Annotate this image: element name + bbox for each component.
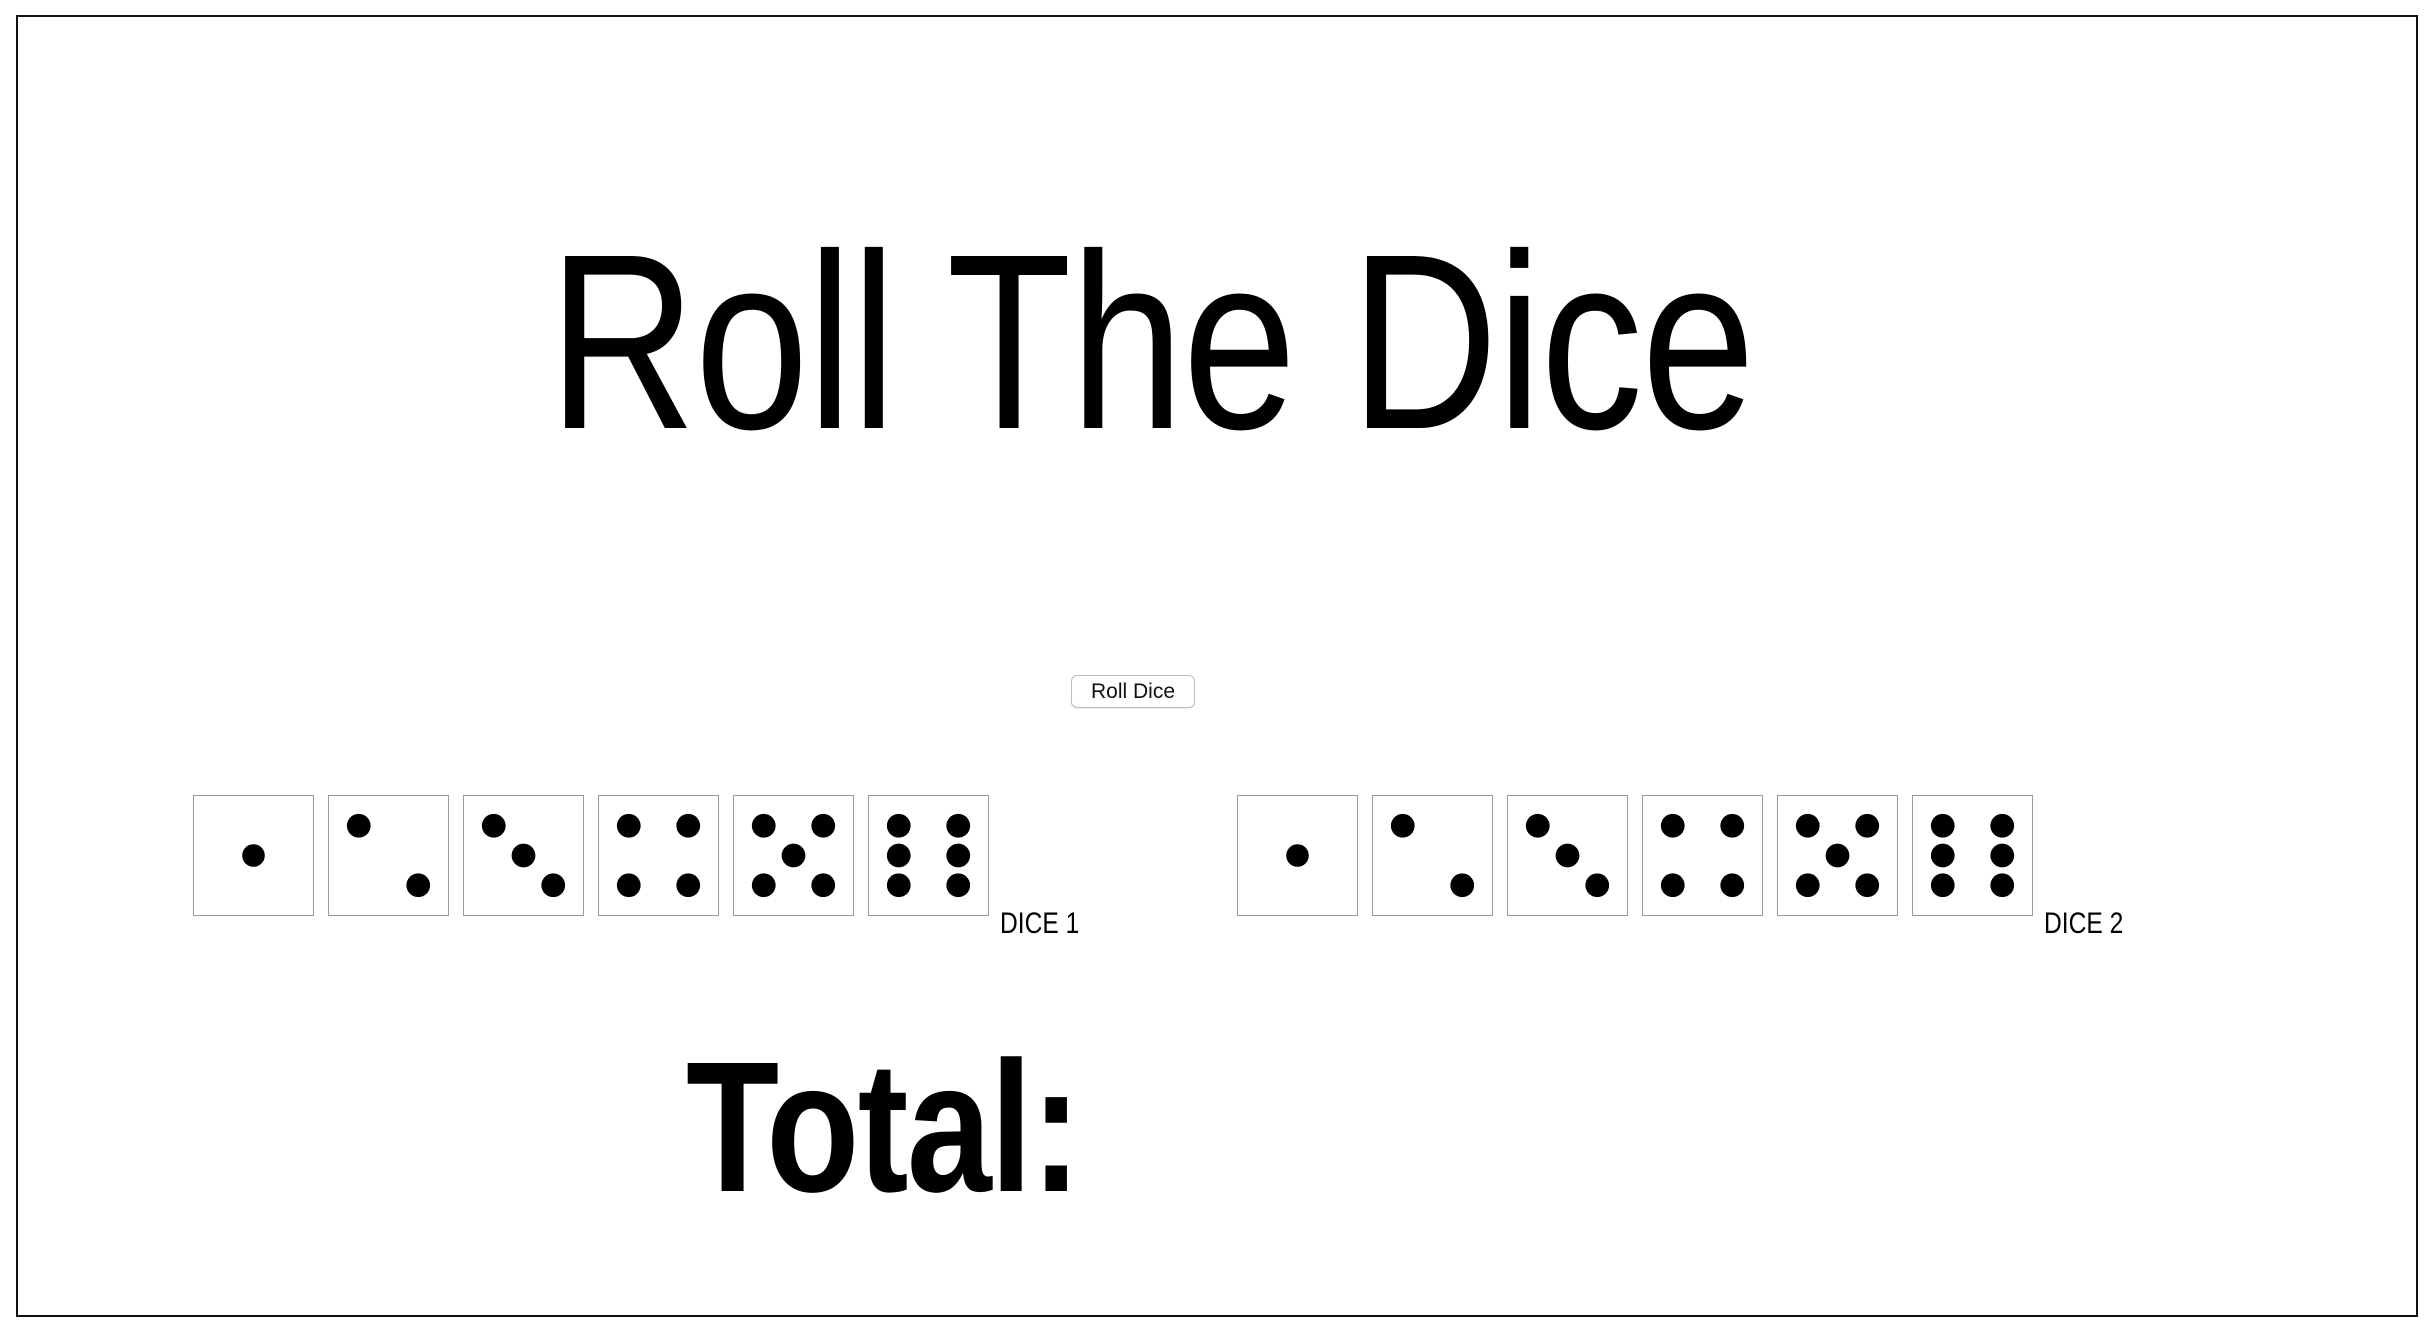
- die-pip: [1930, 813, 1955, 838]
- die-face-icon: [346, 813, 431, 898]
- page-frame: Roll The Dice Roll Dice DICE 1 DICE 2 Tot…: [16, 15, 2418, 1317]
- die-face-icon: [1930, 813, 2015, 898]
- die-pip: [1930, 873, 1955, 898]
- die-face-icon: [242, 844, 265, 867]
- die-pip: [1660, 873, 1685, 898]
- die-pip: [1450, 873, 1475, 898]
- die-pip: [346, 813, 371, 838]
- die-pip: [1660, 813, 1685, 838]
- die-face-4-group-1: [598, 795, 719, 916]
- dice-label-1: DICE 1: [1000, 907, 1080, 940]
- die-pip: [406, 873, 431, 898]
- die-pip: [1795, 873, 1820, 898]
- die-pip: [1990, 873, 2015, 898]
- die-face-icon: [1286, 844, 1309, 867]
- die-pip: [1390, 813, 1415, 838]
- die-face-1-group-2: [1237, 795, 1358, 916]
- die-face-icon: [1525, 813, 1610, 898]
- die-pip: [1720, 873, 1745, 898]
- die-face-icon: [886, 813, 971, 898]
- die-face-icon: [1660, 813, 1745, 898]
- die-face-icon: [1795, 813, 1880, 898]
- die-pip: [811, 873, 836, 898]
- die-pip: [751, 813, 776, 838]
- die-face-2-group-1: [328, 795, 449, 916]
- total-label: Total:: [686, 1024, 1082, 1231]
- die-face-5-group-1: [733, 795, 854, 916]
- die-pip: [616, 873, 641, 898]
- die-pip: [1720, 813, 1745, 838]
- die-pip: [751, 873, 776, 898]
- die-pip: [781, 843, 806, 868]
- die-pip: [1825, 843, 1850, 868]
- die-face-icon: [481, 813, 566, 898]
- die-pip: [1990, 813, 2015, 838]
- die-pip: [481, 813, 506, 838]
- die-face-3-group-1: [463, 795, 584, 916]
- die-pip: [946, 813, 971, 838]
- die-pip: [811, 813, 836, 838]
- die-pip: [1855, 813, 1880, 838]
- die-face-icon: [616, 813, 701, 898]
- die-pip: [676, 873, 701, 898]
- die-pip: [511, 843, 536, 868]
- dice-label-2: DICE 2: [2044, 907, 2124, 940]
- die-pip: [1990, 843, 2015, 868]
- die-pip: [946, 843, 971, 868]
- die-pip: [1795, 813, 1820, 838]
- die-pip: [1286, 844, 1309, 867]
- die-face-icon: [1390, 813, 1475, 898]
- die-pip: [886, 873, 911, 898]
- die-pip: [886, 843, 911, 868]
- die-face-6-group-2: [1912, 795, 2033, 916]
- die-face-6-group-1: [868, 795, 989, 916]
- page-title: Roll The Dice: [548, 202, 1755, 481]
- die-pip: [946, 873, 971, 898]
- die-face-4-group-2: [1642, 795, 1763, 916]
- roll-dice-button[interactable]: Roll Dice: [1071, 675, 1195, 708]
- die-face-icon: [751, 813, 836, 898]
- die-pip: [1930, 843, 1955, 868]
- die-pip: [541, 873, 566, 898]
- die-pip: [616, 813, 641, 838]
- die-face-3-group-2: [1507, 795, 1628, 916]
- die-pip: [676, 813, 701, 838]
- die-pip: [886, 813, 911, 838]
- die-face-2-group-2: [1372, 795, 1493, 916]
- die-pip: [1855, 873, 1880, 898]
- die-pip: [1585, 873, 1610, 898]
- die-pip: [1525, 813, 1550, 838]
- die-face-5-group-2: [1777, 795, 1898, 916]
- die-pip: [1555, 843, 1580, 868]
- die-face-1-group-1: [193, 795, 314, 916]
- die-pip: [242, 844, 265, 867]
